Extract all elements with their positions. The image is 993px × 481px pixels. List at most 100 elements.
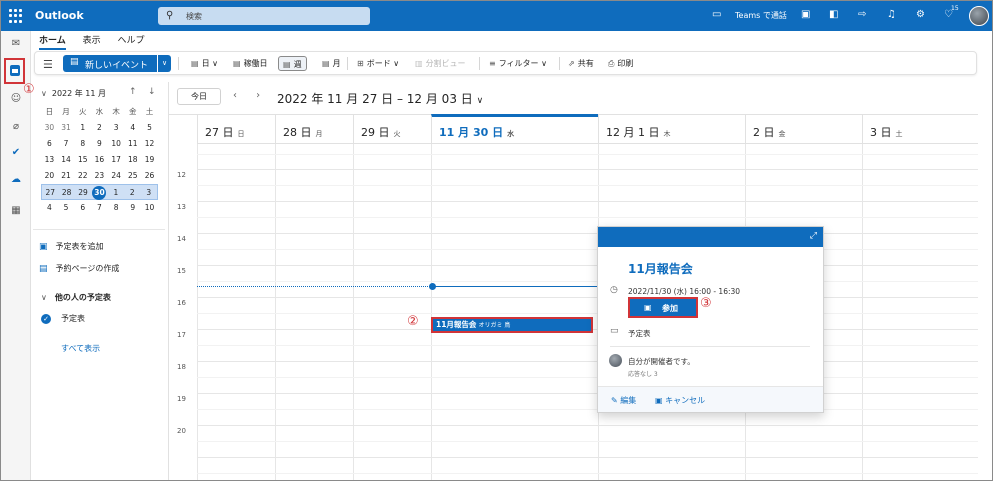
minical-day[interactable]: 13 bbox=[41, 152, 58, 168]
new-event-dropdown[interactable]: ∨ bbox=[158, 55, 171, 72]
minical-day[interactable]: 11 bbox=[124, 136, 141, 152]
minical-day[interactable]: 1 bbox=[74, 120, 91, 136]
minical-day[interactable]: 4 bbox=[41, 200, 58, 216]
todo-check-icon[interactable]: ✔ bbox=[9, 146, 23, 160]
view-day-button[interactable]: ▤ 日 ∨ bbox=[191, 56, 218, 71]
day-header[interactable]: 27 日日 bbox=[197, 114, 275, 144]
my-calendar-item[interactable]: ✓ 予定表 bbox=[41, 313, 85, 324]
cancel-event-button[interactable]: ▣ キャンセル bbox=[655, 395, 705, 406]
arrow-down-icon[interactable]: ↓ bbox=[148, 87, 156, 97]
minical-day[interactable]: 23 bbox=[91, 168, 108, 184]
minical-day[interactable]: 20 bbox=[41, 168, 58, 184]
minical-day[interactable]: 6 bbox=[41, 136, 58, 152]
chat-icon[interactable]: ▣ bbox=[801, 9, 810, 20]
arrow-up-icon[interactable]: ↑ bbox=[129, 87, 137, 97]
gear-icon[interactable]: ⚙ bbox=[916, 9, 925, 20]
minical-day[interactable]: 28 bbox=[58, 185, 74, 199]
minical-day[interactable]: 6 bbox=[74, 200, 91, 216]
new-event-button[interactable]: ▤ 新しいイベント bbox=[63, 55, 157, 72]
minical-day[interactable]: 3 bbox=[108, 120, 125, 136]
event-block[interactable]: 11月報告会 オリガミ 鳥 bbox=[431, 317, 593, 333]
minical-day[interactable]: 29 bbox=[75, 185, 91, 199]
calendar-rail-button[interactable] bbox=[4, 58, 25, 84]
view-board-button[interactable]: ⊞ ボード ∨ bbox=[357, 56, 399, 71]
minical-day[interactable]: 18 bbox=[124, 152, 141, 168]
minical-title[interactable]: ∨ 2022 年 11 月 bbox=[41, 88, 106, 99]
minical-day[interactable]: 25 bbox=[124, 168, 141, 184]
minical-day[interactable]: 22 bbox=[74, 168, 91, 184]
filter-button[interactable]: ≡ フィルター ∨ bbox=[489, 56, 547, 71]
minical-day[interactable]: 17 bbox=[108, 152, 125, 168]
card-responses[interactable]: 応答なし 3 bbox=[628, 369, 658, 378]
tab-home[interactable]: ホーム bbox=[39, 36, 66, 50]
minical-day[interactable]: 2 bbox=[124, 185, 140, 199]
minical-day[interactable]: 5 bbox=[141, 120, 158, 136]
date-range-picker[interactable]: 2022 年 11 月 27 日 – 12 月 03 日 ∨ bbox=[277, 90, 483, 107]
day-header[interactable]: 2 日金 bbox=[745, 114, 862, 144]
time-grid[interactable]: 12 13 14 15 16 17 18 19 20 ② 11月報告会 オリガミ … bbox=[169, 144, 978, 480]
minical-day[interactable]: 9 bbox=[124, 200, 141, 216]
search-box[interactable]: ⚲ 検索 bbox=[158, 7, 370, 25]
minical-day[interactable]: 15 bbox=[74, 152, 91, 168]
chevron-right-icon[interactable]: › bbox=[256, 90, 260, 101]
avatar[interactable] bbox=[969, 6, 989, 26]
view-month-button[interactable]: ▤ 月 bbox=[322, 56, 341, 71]
minical-day[interactable]: 21 bbox=[58, 168, 75, 184]
teams-call-button[interactable]: Teams で通話 bbox=[735, 10, 787, 21]
app-launcher-icon[interactable] bbox=[9, 9, 23, 23]
add-calendar-link[interactable]: ▣ 予定表を追加 bbox=[39, 241, 104, 252]
apps-icon[interactable]: ▦ bbox=[9, 204, 23, 218]
edit-button[interactable]: ✎ 編集 bbox=[611, 395, 636, 406]
minical-day[interactable]: 12 bbox=[141, 136, 158, 152]
search-input[interactable]: 検索 bbox=[186, 11, 202, 22]
minical-day[interactable]: 24 bbox=[108, 168, 125, 184]
join-button[interactable]: ▣ 参加 bbox=[628, 297, 698, 318]
view-week-button[interactable]: ▤ 週 bbox=[278, 56, 307, 71]
todo-icon[interactable]: ⇨ bbox=[858, 9, 866, 20]
minical-day[interactable]: 7 bbox=[91, 200, 108, 216]
minical-day[interactable]: 19 bbox=[141, 152, 158, 168]
minical-day[interactable]: 2 bbox=[91, 120, 108, 136]
expand-icon[interactable]: ⤢ bbox=[810, 231, 817, 241]
minical-day[interactable]: 14 bbox=[58, 152, 75, 168]
minical-day[interactable]: 10 bbox=[141, 200, 158, 216]
minical-day[interactable]: 30 bbox=[41, 120, 58, 136]
minical-day[interactable]: 3 bbox=[141, 185, 157, 199]
minical-day[interactable]: 9 bbox=[91, 136, 108, 152]
people-icon[interactable]: ☺ bbox=[9, 92, 23, 106]
minical-day[interactable]: 8 bbox=[74, 136, 91, 152]
onedrive-icon[interactable]: ☁ bbox=[9, 173, 23, 187]
print-button[interactable]: ⎙ 印刷 bbox=[608, 56, 633, 71]
tab-view[interactable]: 表示 bbox=[83, 36, 101, 46]
day-header[interactable]: 28 日月 bbox=[275, 114, 353, 144]
onenote-icon[interactable]: ◧ bbox=[829, 9, 838, 20]
day-header[interactable]: 3 日土 bbox=[862, 114, 978, 144]
mail-icon[interactable]: ✉ bbox=[9, 37, 23, 51]
others-calendars-header[interactable]: ∨ 他の人の予定表 bbox=[41, 292, 111, 303]
create-booking-link[interactable]: ▤ 予約ページの作成 bbox=[39, 263, 119, 274]
bell-icon[interactable]: ♫ bbox=[887, 9, 896, 20]
minical-day[interactable]: 27 bbox=[42, 185, 58, 199]
chevron-left-icon[interactable]: ‹ bbox=[233, 90, 237, 101]
share-button[interactable]: ⇗ 共有 bbox=[568, 56, 594, 71]
attachment-icon[interactable]: ⌀ bbox=[9, 120, 23, 134]
show-all-link[interactable]: すべて表示 bbox=[61, 343, 100, 354]
minical-day[interactable]: 16 bbox=[91, 152, 108, 168]
app-title[interactable]: Outlook bbox=[35, 9, 84, 22]
tab-help[interactable]: ヘルプ bbox=[118, 36, 145, 46]
minical-day[interactable]: 5 bbox=[58, 200, 75, 216]
minical-day[interactable]: 26 bbox=[141, 168, 158, 184]
day-header[interactable]: 12 月 1 日木 bbox=[598, 114, 745, 144]
minical-day[interactable]: 8 bbox=[108, 200, 125, 216]
minical-today[interactable]: 30 bbox=[91, 185, 107, 200]
minical-day[interactable]: 10 bbox=[108, 136, 125, 152]
minical-day[interactable]: 31 bbox=[58, 120, 75, 136]
minical-day[interactable]: 1 bbox=[108, 185, 124, 199]
today-button[interactable]: 今日 bbox=[177, 88, 221, 105]
hamburger-icon[interactable]: ☰ bbox=[43, 58, 53, 71]
minical-day[interactable]: 4 bbox=[124, 120, 141, 136]
day-header-today[interactable]: 11 月 30 日水 bbox=[431, 114, 598, 144]
view-workweek-button[interactable]: ▤ 稼働日 bbox=[233, 56, 268, 71]
day-header[interactable]: 29 日火 bbox=[353, 114, 431, 144]
minical-day[interactable]: 7 bbox=[58, 136, 75, 152]
